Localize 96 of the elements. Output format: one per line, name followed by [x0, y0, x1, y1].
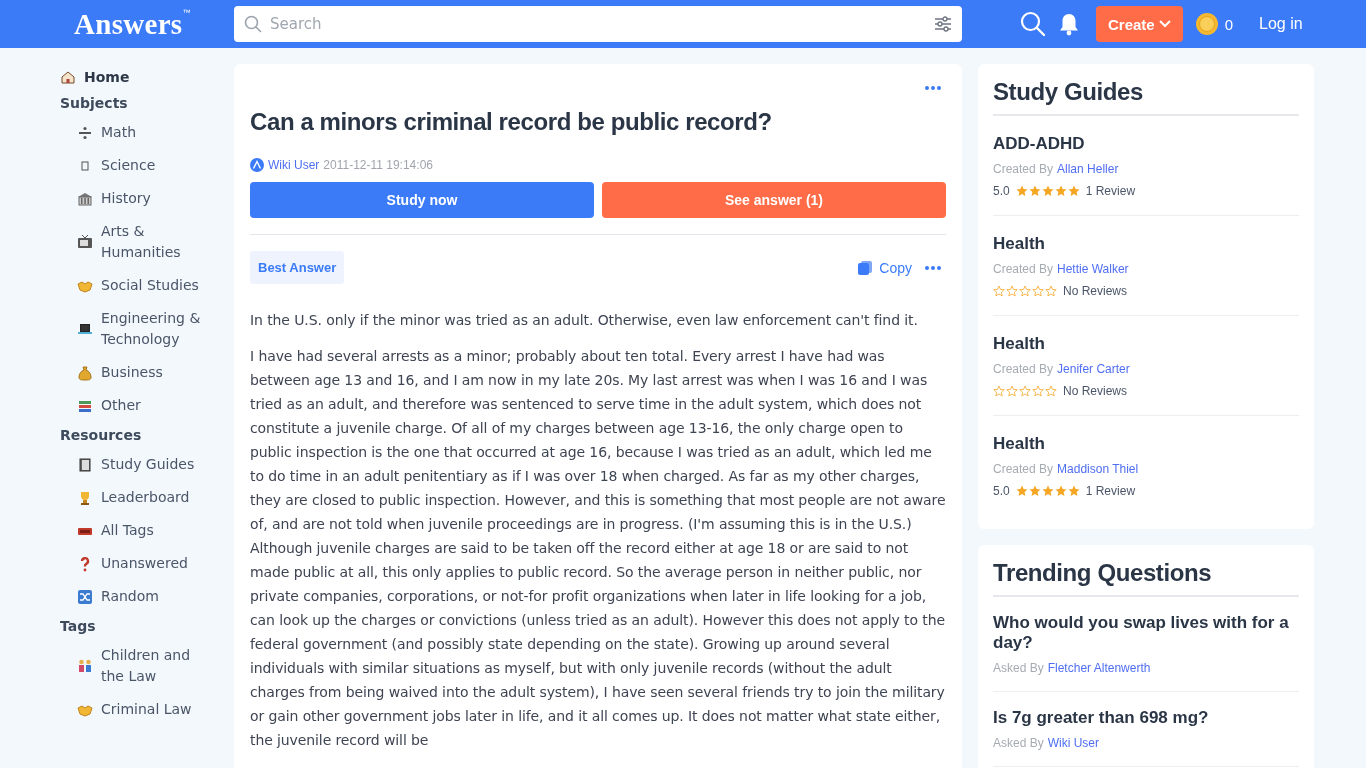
created-by-label: Created By — [993, 162, 1054, 176]
sidebar-item[interactable]: Children and the Law — [60, 639, 208, 693]
study-guide-title[interactable]: Health — [993, 234, 1299, 254]
sidebar-item[interactable]: Arts & Humanities — [60, 215, 208, 269]
trending-question[interactable]: Who would you swap lives with for a day? — [993, 613, 1299, 653]
author-link[interactable]: Fletcher Altenwerth — [1047, 661, 1151, 675]
sidebar-item[interactable]: Science — [60, 149, 208, 182]
star-icon — [1054, 485, 1067, 497]
search-icon[interactable] — [1020, 11, 1046, 37]
sidebar-item[interactable]: Study Guides — [60, 448, 208, 481]
review-count: 1 Review — [1085, 484, 1136, 498]
star-icon — [1067, 185, 1080, 197]
star-outline-icon — [1006, 385, 1018, 397]
family-icon — [77, 658, 93, 674]
sidebar-item[interactable]: Leaderboard — [60, 481, 208, 514]
star-outline-icon — [1045, 385, 1057, 397]
chevron-down-icon — [1158, 20, 1171, 28]
author-link[interactable]: Hettie Walker — [1057, 262, 1129, 276]
star-outline-icon — [1006, 285, 1018, 297]
sidebar-item[interactable]: Criminal Law — [60, 693, 208, 726]
logo[interactable]: Answers™ — [74, 7, 234, 41]
study-button[interactable]: Study now — [250, 182, 594, 218]
star-icon — [1041, 185, 1054, 197]
home-icon — [60, 69, 76, 85]
rating-value: 5.0 — [993, 484, 1010, 498]
filter-icon — [934, 16, 952, 32]
avatar-icon — [250, 158, 264, 172]
coin-count: 0 — [1224, 15, 1234, 33]
star-outline-icon — [1032, 285, 1044, 297]
search-field[interactable]: Search — [234, 6, 962, 42]
sidebar-item[interactable]: Social Studies — [60, 269, 208, 302]
star-outline-icon — [1045, 285, 1057, 297]
card-title: Trending Questions — [993, 559, 1299, 597]
created-by-label: Created By — [993, 462, 1054, 476]
author-link[interactable]: Wiki User — [1047, 736, 1100, 750]
best-answer-badge: Best Answer — [250, 251, 345, 284]
author-link[interactable]: Wiki User — [268, 158, 320, 172]
trending-question[interactable]: Is 7g greater than 698 mg? — [993, 708, 1299, 728]
coin-icon — [1194, 12, 1219, 36]
star-icon — [1067, 485, 1080, 497]
asked-by-label: Asked By — [993, 661, 1044, 675]
laptop-icon — [77, 321, 93, 337]
asked-by-label: Asked By — [993, 736, 1044, 750]
sidebar-item[interactable]: History — [60, 182, 208, 215]
star-outline-icon — [993, 285, 1005, 297]
author-link[interactable]: Jenifer Carter — [1057, 362, 1130, 376]
card-title: Study Guides — [993, 78, 1299, 116]
star-outline-icon — [1019, 285, 1031, 297]
star-icon — [1015, 185, 1028, 197]
star-icon — [1028, 485, 1041, 497]
review-count: No Reviews — [1063, 384, 1128, 398]
search-icon — [244, 15, 262, 33]
sidebar-item[interactable]: Engineering & Technology — [60, 302, 208, 356]
more-icon[interactable] — [924, 263, 942, 272]
star-outline-icon — [993, 385, 1005, 397]
sidebar-heading: Resources — [60, 426, 143, 445]
created-by-label: Created By — [993, 362, 1054, 376]
study-guide-title[interactable]: Health — [993, 334, 1299, 354]
tv-icon — [77, 234, 93, 250]
sidebar-heading: Subjects — [60, 94, 129, 113]
question-title: Can a minors criminal record be public record? — [250, 108, 773, 136]
sidebar-item[interactable]: All Tags — [60, 514, 208, 547]
sidebar-item[interactable]: Business — [60, 356, 208, 389]
copy-icon — [857, 259, 874, 276]
review-count: No Reviews — [1063, 284, 1128, 298]
post-date: 2011-12-11 19:14:06 — [323, 158, 433, 172]
bell-icon[interactable] — [1058, 12, 1080, 36]
created-by-label: Created By — [993, 262, 1054, 276]
study-guide-title[interactable]: ADD-ADHD — [993, 134, 1299, 154]
money-bag-icon — [77, 364, 93, 381]
star-icon — [1015, 485, 1028, 497]
more-icon — [924, 84, 942, 92]
star-icon — [1054, 185, 1067, 197]
sidebar-item[interactable]: Unanswered — [60, 547, 208, 580]
book-icon — [77, 456, 93, 473]
building-icon — [77, 190, 93, 207]
sidebar-item[interactable]: Other — [60, 389, 208, 422]
author-link[interactable]: Maddison Thiel — [1057, 462, 1139, 476]
author-link[interactable]: Allan Heller — [1057, 162, 1119, 176]
sidebar-item[interactable]: Random — [60, 580, 208, 613]
sidebar-item[interactable]: Home — [60, 64, 208, 90]
star-icon — [1028, 185, 1041, 197]
sidebar-heading: Tags — [60, 617, 97, 636]
shuffle-icon — [77, 588, 93, 605]
answer-paragraph: I have had several arrests as a minor; probably about ten total. Every arrest I have had was between age 13 and 16, and I am now in my late 20s. My last arrest was when I was 16 and I was tried as an adult, and therefore was sentenced to serve time in the adult system, which does not constitute a juvenile charge. Of all of my charges between age 13-16, the only charge open to public inspection is the one that occurred at age 16, because I was tried as an adult, which led me to do time in an adult penitentiary as if I was over 18 when charged. As far as my other charges, they are closed to public inspection. However, and this is something that most people are not aware of, and are not told when juvenile proceedings are in progress. (I'm assuming this is in the U.S.) Although juvenile charges are said to be taken off the record either at age 18 or are said to not made public at all, this only applies to public record. So the average person in neither public, nor private companies, corporations, or not-for profit organizations when later in life looking for a job, can look up the charges or convictions (unless tried as an adult). However this does not apply to the federal government (and possibly state depending on the state). Growing up around several individuals with similar situations as myself, but with only juvenile records (without the adult charges from being waived into the adult system), I have seen several friends try to join the military or gain other government jobs later in life, and it all comes up. It does not matter what state either, the juvenile record will be — [250, 347, 946, 750]
login-link[interactable]: Log in — [1259, 15, 1303, 33]
star-outline-icon — [1032, 385, 1044, 397]
answer-paragraph: In the U.S. only if the minor was tried as an adult. Otherwise, even law enforcement can't find it. — [250, 311, 919, 330]
star-icon — [1041, 485, 1054, 497]
review-count: 1 Review — [1085, 184, 1136, 198]
rating-value: 5.0 — [993, 184, 1010, 198]
study-guide-title[interactable]: Health — [993, 434, 1299, 454]
sidebar-item[interactable]: Math — [60, 116, 208, 149]
divide-icon — [77, 124, 93, 141]
star-outline-icon — [1019, 385, 1031, 397]
copy-button[interactable]: Copy — [857, 259, 912, 276]
